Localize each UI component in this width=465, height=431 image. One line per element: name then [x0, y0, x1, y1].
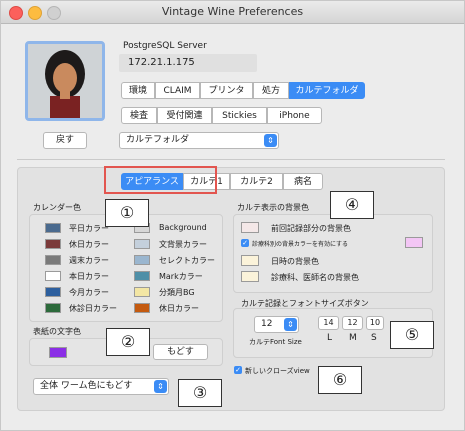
label-holiday-2: 休日カラー	[159, 304, 199, 313]
server-label: PostgreSQL Server	[123, 41, 207, 51]
label-text-bg: 文背景カラー	[159, 240, 207, 249]
label-mark: Markカラー	[159, 272, 203, 281]
back-button[interactable]: 戻す	[43, 132, 87, 149]
folder-select[interactable]: カルテフォルダ ⇕	[119, 132, 279, 149]
font-size-select[interactable]: 12 ⇕	[254, 316, 299, 333]
window-title: Vintage Wine Preferences	[161, 5, 304, 18]
callout-4: ④	[330, 191, 374, 219]
highlight-frame	[104, 166, 217, 194]
label-dept-doctor-bg: 診療科、医師名の背景色	[271, 273, 359, 282]
label-select: セレクトカラー	[159, 256, 215, 265]
tab-reception[interactable]: 受付関連	[157, 107, 212, 124]
server-address[interactable]: 172.21.1.175	[119, 54, 257, 72]
divider	[17, 159, 445, 160]
callout-2: ②	[106, 328, 150, 356]
folder-select-value: カルテフォルダ	[126, 135, 190, 145]
font-size-value: 12	[261, 319, 273, 329]
label-weekend: 週末カラー	[69, 256, 109, 265]
reset-all-value: 全体 ワーム色にもどす	[40, 381, 133, 391]
tab-karte-folder[interactable]: カルテフォルダ	[289, 82, 365, 99]
tab-printer[interactable]: プリンタ	[200, 82, 253, 99]
callout-6: ⑥	[318, 366, 362, 394]
profile-photo	[25, 41, 105, 121]
swatch-today[interactable]	[45, 271, 61, 281]
cover-reset-button[interactable]: もどす	[153, 344, 208, 360]
label-previous-record: 前回記録部分の背景色	[271, 224, 351, 233]
label-date-bg: 日時の背景色	[271, 257, 319, 266]
label-closed-day: 休診日カラー	[69, 304, 117, 313]
size-large-button[interactable]: 14	[318, 316, 339, 330]
swatch-text-bg[interactable]	[134, 239, 150, 249]
size-small-button[interactable]: 10	[366, 316, 384, 330]
chevron-updown-icon: ⇕	[284, 318, 297, 331]
label-category-month: 分類月BG	[159, 288, 195, 297]
label-this-month: 今月カラー	[69, 288, 109, 297]
swatch-mark[interactable]	[134, 271, 150, 281]
label-holiday: 休日カラー	[69, 240, 109, 249]
label-background: Background	[159, 223, 207, 232]
swatch-closed-day[interactable]	[45, 303, 61, 313]
size-label-l: L	[327, 333, 333, 343]
calendar-title: カレンダー色	[33, 203, 81, 212]
tab-prescription[interactable]: 処方	[253, 82, 289, 99]
callout-1: ①	[105, 199, 149, 227]
swatch-weekday[interactable]	[45, 223, 61, 233]
swatch-holiday-2[interactable]	[134, 303, 150, 313]
size-medium-button[interactable]: 12	[342, 316, 363, 330]
chevron-updown-icon: ⇕	[154, 380, 167, 393]
tab-claim[interactable]: CLAIM	[155, 82, 200, 99]
font-size-caption: カルテFont Size	[249, 338, 302, 346]
swatch-select[interactable]	[134, 255, 150, 265]
label-today: 本日カラー	[69, 272, 109, 281]
swatch-this-month[interactable]	[45, 287, 61, 297]
close-view-label: 新しいクローズview	[245, 367, 310, 375]
swatch-dept-doctor-bg[interactable]	[241, 271, 259, 282]
chevron-updown-icon: ⇕	[264, 134, 277, 147]
size-label-s: S	[371, 333, 377, 343]
swatch-cover[interactable]	[49, 347, 67, 358]
title-bar: Vintage Wine Preferences	[1, 1, 464, 24]
swatch-category-month[interactable]	[134, 287, 150, 297]
swatch-weekend[interactable]	[45, 255, 61, 265]
tab-kankyo[interactable]: 環境	[121, 82, 155, 99]
callout-3: ③	[178, 379, 222, 407]
tab-stickies[interactable]: Stickies	[212, 107, 267, 124]
swatch-date-bg[interactable]	[241, 255, 259, 266]
close-view-checkbox[interactable]: ✓	[234, 366, 242, 374]
checkbox-label: 診療科別の背景カラーを有効にする	[252, 241, 349, 248]
size-label-m: M	[349, 333, 357, 343]
callout-5: ⑤	[390, 321, 434, 349]
tab-kensa[interactable]: 検査	[121, 107, 157, 124]
subtab-karte2[interactable]: カルテ2	[230, 173, 283, 190]
checkmark-icon[interactable]: ✓	[241, 239, 249, 247]
subtab-disease[interactable]: 病名	[283, 173, 323, 190]
karte-bg-title: カルテ表示の背景色	[237, 203, 309, 212]
preferences-window: Vintage Wine Preferences PostgreSQL Serv…	[0, 0, 465, 431]
portrait-image	[28, 44, 102, 118]
swatch-holiday[interactable]	[45, 239, 61, 249]
label-weekday: 平日カラー	[69, 224, 109, 233]
swatch-dept-bg[interactable]	[405, 237, 423, 248]
swatch-previous-record[interactable]	[241, 222, 259, 233]
reset-all-select[interactable]: 全体 ワーム色にもどす ⇕	[33, 378, 169, 395]
tab-iphone[interactable]: iPhone	[267, 107, 322, 124]
cover-title: 表紙の文字色	[33, 327, 81, 336]
